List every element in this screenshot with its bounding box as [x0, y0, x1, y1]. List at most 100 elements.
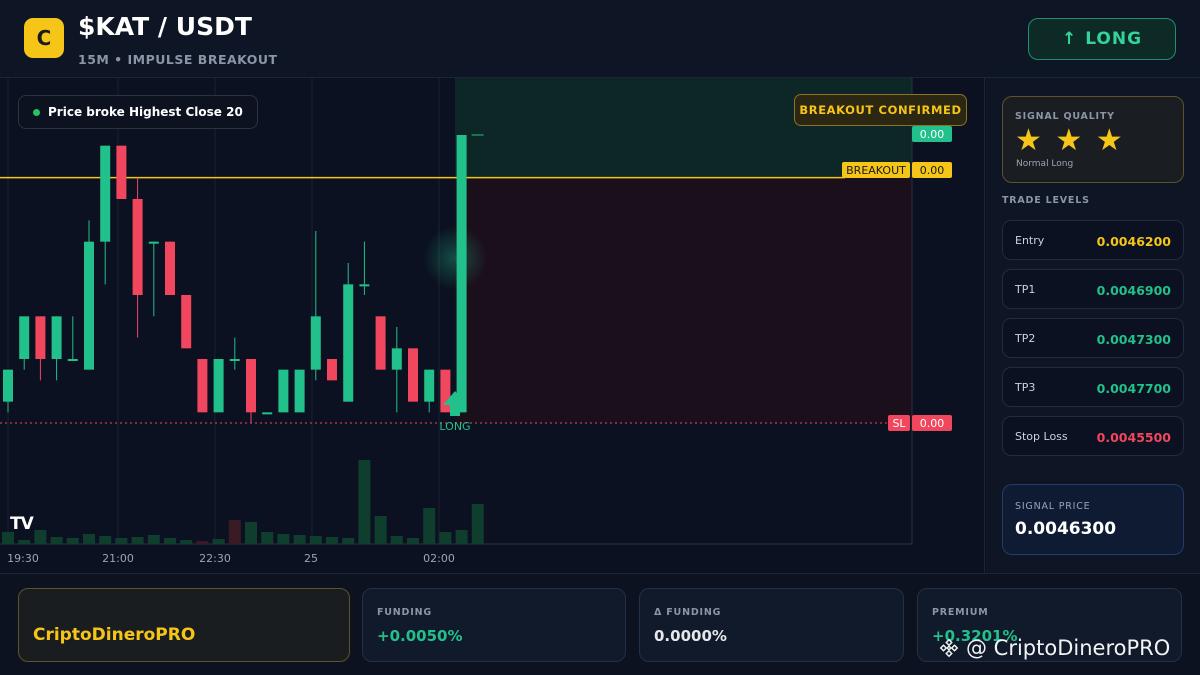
- candle-body: [359, 284, 370, 287]
- delta-funding-value: 0.0000%: [654, 627, 727, 645]
- volume-bar: [245, 522, 257, 544]
- level-stop-loss: Stop Loss 0.0045500: [1002, 416, 1184, 456]
- candle-body: [440, 369, 451, 413]
- candle-body: [375, 316, 386, 370]
- breakout-label-tag: BREAKOUT: [846, 164, 906, 177]
- volume-bar: [34, 530, 47, 544]
- signal-quality-label: SIGNAL QUALITY: [1015, 111, 1115, 122]
- volume-bar: [180, 540, 193, 544]
- volume-bar: [423, 508, 436, 544]
- volume-bar: [455, 530, 468, 544]
- volume-bar: [115, 538, 128, 544]
- volume-bar: [326, 537, 338, 544]
- price-note: Price broke Highest Close 20: [18, 95, 258, 129]
- volume-bar: [228, 520, 241, 544]
- level-name: TP2: [1015, 332, 1036, 345]
- candle-body: [165, 241, 175, 295]
- level-tp2: TP2 0.0047300: [1002, 318, 1184, 358]
- breakout-confirmed-badge: BREAKOUT CONFIRMED: [794, 94, 967, 126]
- arrow-up-icon: ↑: [1061, 29, 1078, 49]
- level-value: 0.0046200: [1096, 234, 1171, 249]
- volume-bar: [390, 536, 403, 544]
- signal-price-label: SIGNAL PRICE: [1015, 501, 1091, 512]
- brand-card: CriptoDineroPRO: [18, 588, 350, 662]
- watermark: @ CriptoDineroPRO: [938, 636, 1170, 660]
- candle-body: [116, 145, 127, 199]
- volume-bar: [147, 535, 160, 544]
- x-tick-label: 25: [304, 552, 318, 565]
- long-signal-label: LONG: [439, 420, 470, 433]
- delta-funding-card: Δ FUNDING 0.0000%: [639, 588, 904, 662]
- header: C $KAT / USDT 15M • IMPULSE BREAKOUT ↑ L…: [0, 0, 1200, 78]
- level-tp3: TP3 0.0047700: [1002, 367, 1184, 407]
- top-price-tag: 0.00: [920, 128, 945, 141]
- candle-body: [213, 359, 224, 413]
- level-name: Stop Loss: [1015, 430, 1068, 443]
- candle-body: [67, 359, 78, 361]
- price-note-text: Price broke Highest Close 20: [48, 105, 243, 119]
- status-dot-icon: [33, 108, 40, 116]
- candle-body: [148, 241, 159, 244]
- x-tick-label: 22:30: [199, 552, 231, 565]
- x-tick-label: 02:00: [423, 552, 455, 565]
- x-tick-label: 21:00: [102, 552, 134, 565]
- volume-bar: [407, 538, 419, 544]
- pair-title: $KAT / USDT: [78, 12, 252, 41]
- chart-panel[interactable]: 0.00 BREAKOUT 0.00 SL 0.00 LONG 19:30 21:00 22:3…: [0, 78, 985, 573]
- coin-logo: C: [24, 18, 64, 58]
- candle-body: [456, 135, 467, 413]
- candle-body: [278, 369, 289, 413]
- candle-body: [181, 295, 192, 349]
- candle-body: [35, 316, 46, 359]
- candle-body: [132, 199, 143, 295]
- candle-body: [262, 412, 273, 415]
- candle-body: [310, 316, 321, 370]
- volume-bar: [66, 538, 79, 544]
- candle-body: [343, 284, 354, 402]
- level-tp1: TP1 0.0046900: [1002, 269, 1184, 309]
- candle-body: [3, 369, 13, 402]
- level-entry: Entry 0.0046200: [1002, 220, 1184, 260]
- signal-price-card: SIGNAL PRICE 0.0046300: [1002, 484, 1184, 555]
- candle-body: [197, 359, 208, 413]
- delta-funding-label: Δ FUNDING: [654, 607, 722, 618]
- premium-label: PREMIUM: [932, 607, 989, 618]
- candle-body: [408, 348, 418, 402]
- signal-price-value: 0.0046300: [1015, 519, 1117, 539]
- volume-bar: [342, 538, 355, 544]
- candle-body: [327, 359, 337, 381]
- long-button[interactable]: ↑ LONG: [1028, 18, 1176, 60]
- level-value: 0.0047700: [1096, 381, 1171, 396]
- level-name: TP3: [1015, 381, 1036, 394]
- signal-glow: [423, 226, 487, 290]
- breakout-price-tag: 0.00: [920, 164, 945, 177]
- volume-bar: [50, 537, 63, 544]
- volume-bar: [277, 534, 290, 544]
- signal-quality-sub: Normal Long: [1016, 159, 1074, 169]
- volume-bar: [18, 540, 31, 544]
- candle-body: [100, 145, 111, 242]
- binance-icon: [939, 638, 959, 658]
- funding-card: FUNDING +0.0050%: [362, 588, 626, 662]
- right-panel: SIGNAL QUALITY ★ ★ ★ Normal Long TRADE L…: [986, 78, 1200, 573]
- tradingview-logo[interactable]: TV: [10, 514, 34, 534]
- x-tick-label: 19:30: [7, 552, 39, 565]
- volume-bar: [83, 534, 95, 544]
- volume-bar: [131, 537, 144, 544]
- volume-bar: [164, 538, 176, 544]
- risk-zone: [455, 177, 912, 423]
- volume-bar: [309, 536, 322, 544]
- candle-body: [51, 316, 62, 359]
- pair-subtitle: 15M • IMPULSE BREAKOUT: [78, 52, 278, 67]
- star-rating-icon: ★ ★ ★: [1015, 123, 1125, 158]
- candle-body: [19, 316, 30, 359]
- price-chart[interactable]: 0.00 BREAKOUT 0.00 SL 0.00 LONG 19:30 21:00 22:3…: [0, 78, 985, 573]
- long-button-label: LONG: [1085, 29, 1143, 49]
- volume-bar: [293, 535, 306, 544]
- candle-body: [84, 241, 94, 370]
- signal-quality-card: SIGNAL QUALITY ★ ★ ★ Normal Long: [1002, 96, 1184, 183]
- brand-name: CriptoDineroPRO: [33, 625, 196, 645]
- volume-bar: [196, 541, 209, 544]
- candle-body: [246, 359, 256, 413]
- candle-body: [294, 369, 305, 413]
